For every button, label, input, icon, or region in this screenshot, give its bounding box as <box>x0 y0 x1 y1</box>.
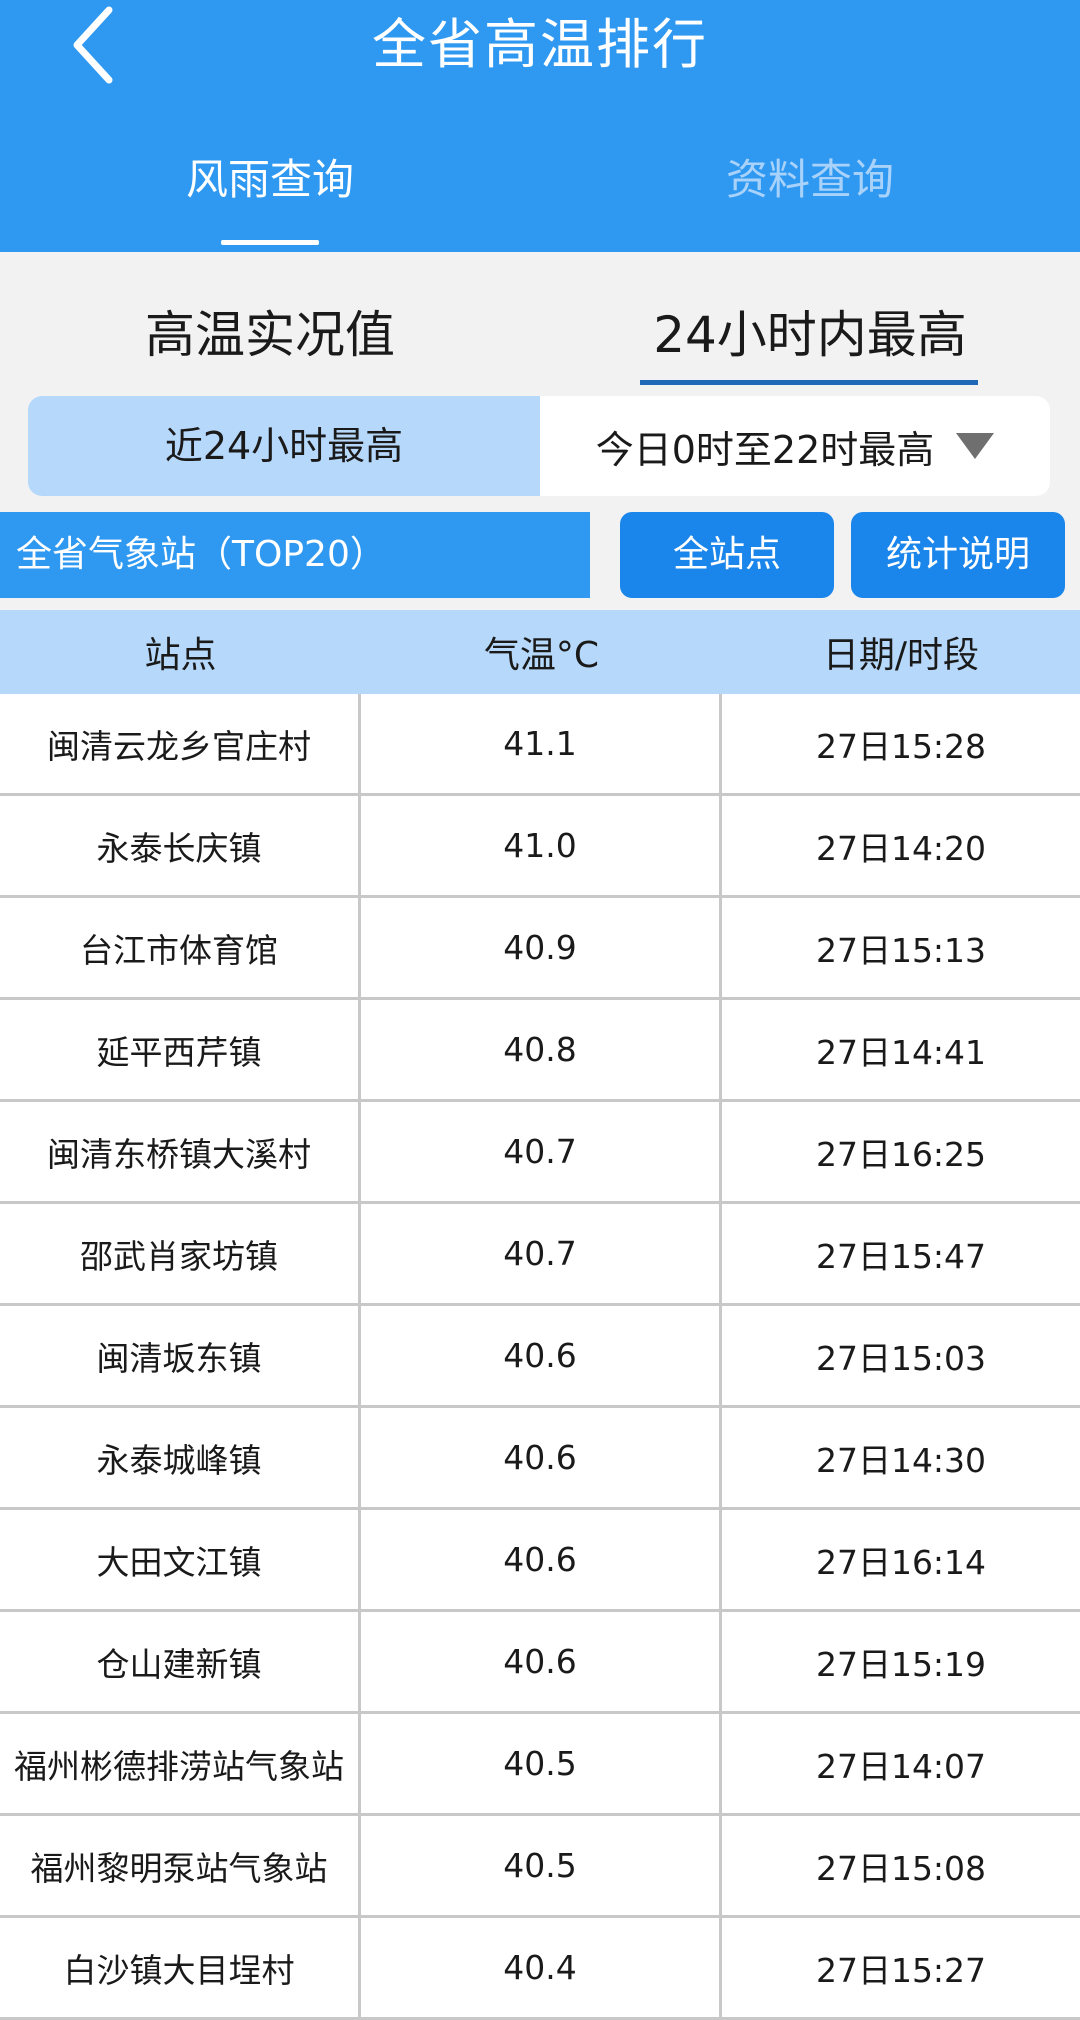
table-row[interactable]: 闽清坂东镇 40.6 27日15:03 <box>0 1306 1080 1408</box>
time-cell: 27日15:13 <box>815 930 987 970</box>
temperature-cell: 41.1 <box>361 694 722 793</box>
time-cell: 27日15:28 <box>815 726 987 766</box>
caret-down-icon <box>956 433 995 459</box>
time-cell: 27日14:07 <box>815 1746 987 1786</box>
temperature-cell: 41.0 <box>361 796 722 895</box>
table-row[interactable]: 福州彬德排涝站气象站 40.5 27日14:07 <box>0 1714 1080 1816</box>
column-header-station: 站点 <box>144 635 217 676</box>
temperature-cell: 40.8 <box>361 1000 722 1099</box>
temperature-cell: 40.6 <box>361 1612 722 1711</box>
temperature-cell: 40.7 <box>361 1102 722 1201</box>
table-row[interactable]: 闽清东桥镇大溪村 40.7 27日16:25 <box>0 1102 1080 1204</box>
table-row[interactable]: 永泰长庆镇 41.0 27日14:20 <box>0 796 1080 898</box>
station-cell: 闽清云龙乡官庄村 <box>0 694 361 793</box>
table-row[interactable]: 大田文江镇 40.6 27日16:14 <box>0 1510 1080 1612</box>
station-cell: 延平西芹镇 <box>0 1000 361 1099</box>
temperature-cell: 40.6 <box>361 1408 722 1507</box>
station-cell: 仓山建新镇 <box>0 1612 361 1711</box>
tab-data-query[interactable]: 资料查询 <box>540 140 1080 220</box>
time-cell: 27日15:08 <box>815 1848 987 1888</box>
station-cell: 闽清坂东镇 <box>0 1306 361 1405</box>
table-row[interactable]: 闽清云龙乡官庄村 41.1 27日15:28 <box>0 694 1080 796</box>
subtab-24h-max[interactable]: 24小时内最高 <box>540 290 1080 380</box>
station-cell: 福州彬德排涝站气象站 <box>0 1714 361 1813</box>
stats-explanation-button[interactable]: 统计说明 <box>851 512 1065 598</box>
column-header-temperature: 气温°C <box>483 635 600 676</box>
station-cell: 白沙镇大目埕村 <box>0 1918 361 2017</box>
station-cell: 福州黎明泵站气象站 <box>0 1816 361 1915</box>
station-cell: 邵武肖家坊镇 <box>0 1204 361 1303</box>
active-tab-indicator <box>221 240 319 245</box>
station-cell: 永泰城峰镇 <box>0 1408 361 1507</box>
table-row[interactable]: 台江市体育馆 40.9 27日15:13 <box>0 898 1080 1000</box>
time-cell: 27日14:41 <box>815 1032 987 1072</box>
table-row[interactable]: 白沙镇大目埕村 40.4 27日15:27 <box>0 1918 1080 2020</box>
header-bar: 全省高温排行 风雨查询 资料查询 <box>0 0 1080 252</box>
time-cell: 27日16:25 <box>815 1134 987 1174</box>
temperature-cell: 40.5 <box>361 1714 722 1813</box>
time-cell: 27日14:20 <box>815 828 987 868</box>
table-row[interactable]: 延平西芹镇 40.8 27日14:41 <box>0 1000 1080 1102</box>
app-screen: 全省高温排行 风雨查询 资料查询 高温实况值 24小时内最高 近24小时最高 今… <box>0 0 1080 2020</box>
time-range-segment: 近24小时最高 今日0时至22时最高 <box>28 396 1050 496</box>
time-cell: 27日15:27 <box>815 1950 987 1990</box>
column-header-time: 日期/时段 <box>822 635 980 676</box>
station-cell: 闽清东桥镇大溪村 <box>0 1102 361 1201</box>
all-stations-button[interactable]: 全站点 <box>620 512 834 598</box>
table-row[interactable]: 邵武肖家坊镇 40.7 27日15:47 <box>0 1204 1080 1306</box>
segment-today-dropdown[interactable]: 今日0时至22时最高 <box>540 396 1050 496</box>
time-cell: 27日15:47 <box>815 1236 987 1276</box>
ranking-table: 站点 气温°C 日期/时段 闽清云龙乡官庄村 41.1 27日15:28 永泰长… <box>0 610 1080 2020</box>
station-cell: 大田文江镇 <box>0 1510 361 1609</box>
station-cell: 永泰长庆镇 <box>0 796 361 895</box>
tab-weather-query[interactable]: 风雨查询 <box>0 140 540 220</box>
section-title: 全省气象站（TOP20） <box>0 512 590 598</box>
table-row[interactable]: 福州黎明泵站气象站 40.5 27日15:08 <box>0 1816 1080 1918</box>
temperature-cell: 40.5 <box>361 1816 722 1915</box>
segment-last-24h[interactable]: 近24小时最高 <box>28 396 540 496</box>
subtab-realtime-high[interactable]: 高温实况值 <box>0 290 540 380</box>
table-row[interactable]: 永泰城峰镇 40.6 27日14:30 <box>0 1408 1080 1510</box>
temperature-cell: 40.6 <box>361 1510 722 1609</box>
page-title: 全省高温排行 <box>372 13 708 76</box>
segment-today-label: 今日0时至22时最高 <box>595 427 935 472</box>
temperature-cell: 40.4 <box>361 1918 722 2017</box>
table-row[interactable]: 仓山建新镇 40.6 27日15:19 <box>0 1612 1080 1714</box>
time-cell: 27日14:30 <box>815 1440 987 1480</box>
temperature-cell: 40.7 <box>361 1204 722 1303</box>
table-header: 站点 气温°C 日期/时段 <box>0 610 1080 694</box>
subtab-indicator <box>640 380 978 385</box>
temperature-cell: 40.9 <box>361 898 722 997</box>
time-cell: 27日15:19 <box>815 1644 987 1684</box>
table-body: 闽清云龙乡官庄村 41.1 27日15:28 永泰长庆镇 41.0 27日14:… <box>0 694 1080 2020</box>
time-cell: 27日16:14 <box>815 1542 987 1582</box>
temperature-cell: 40.6 <box>361 1306 722 1405</box>
time-cell: 27日15:03 <box>815 1338 987 1378</box>
station-cell: 台江市体育馆 <box>0 898 361 997</box>
